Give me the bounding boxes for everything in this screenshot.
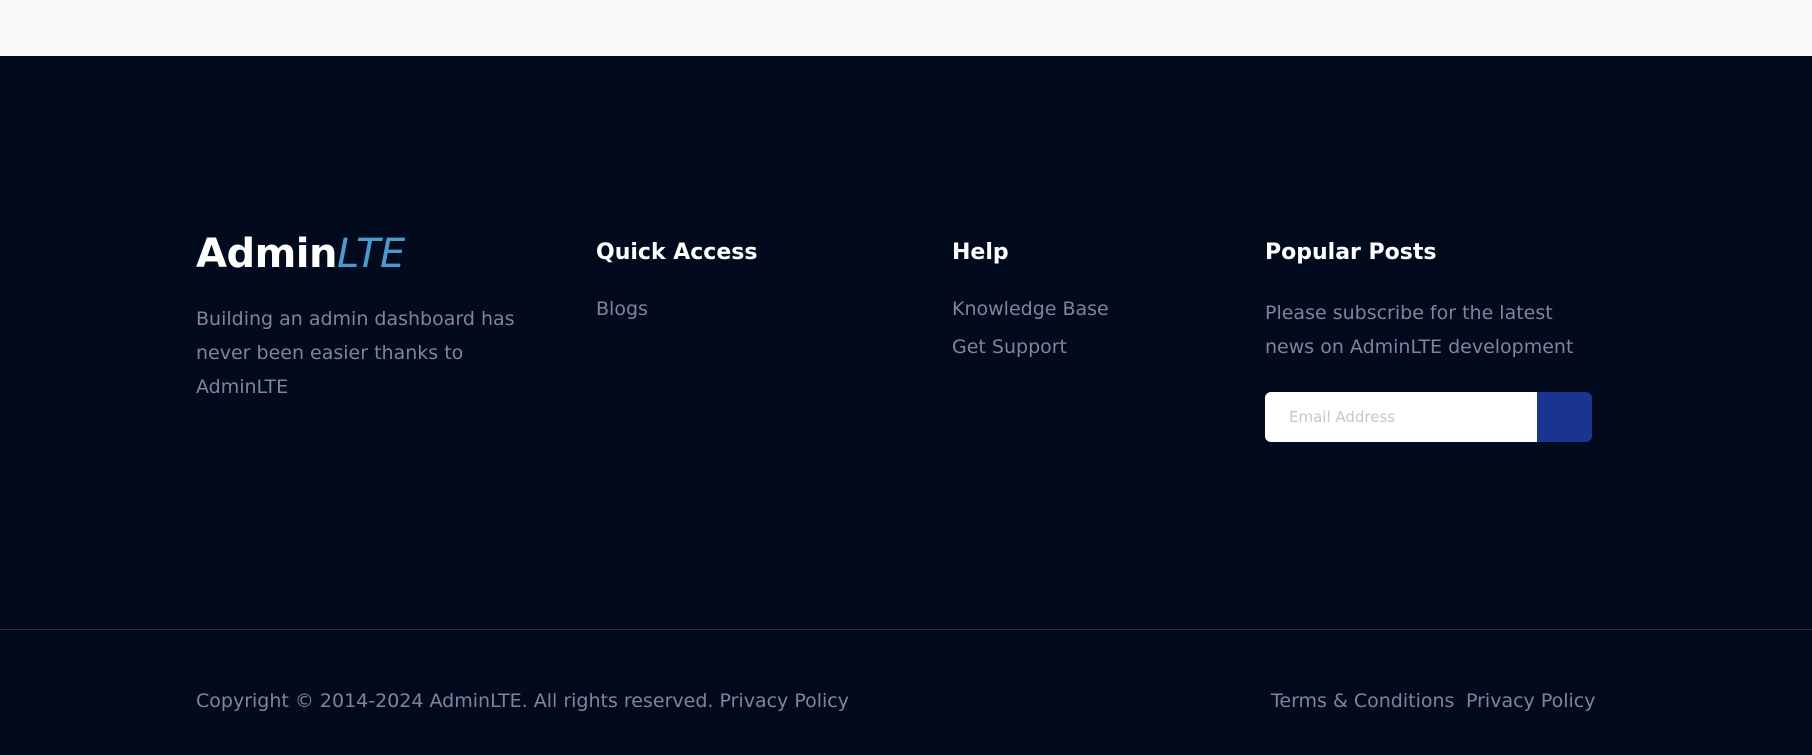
link-terms-conditions[interactable]: Terms & Conditions xyxy=(1271,690,1454,712)
top-bar xyxy=(0,0,1812,56)
logo-text-admin: Admin xyxy=(196,231,337,277)
email-input[interactable] xyxy=(1265,392,1537,442)
subscribe-button[interactable] xyxy=(1537,392,1592,442)
quick-access-title: Quick Access xyxy=(596,240,758,265)
link-blogs[interactable]: Blogs xyxy=(596,298,648,320)
subscribe-description: Please subscribe for the latest news on … xyxy=(1265,302,1574,358)
copyright-text: Copyright © 2014-2024 AdminLTE. All righ… xyxy=(196,690,849,712)
footer-divider xyxy=(0,629,1812,630)
site-footer: AdminLTE Building an admin dashboard has… xyxy=(0,56,1812,755)
copyright-privacy-link[interactable]: Privacy Policy xyxy=(719,690,848,712)
footer-logo[interactable]: AdminLTE xyxy=(196,231,405,277)
popular-posts-title: Popular Posts xyxy=(1265,240,1437,265)
link-get-support[interactable]: Get Support xyxy=(952,336,1067,358)
footer-about-text: Building an admin dashboard has never be… xyxy=(196,308,515,398)
subscribe-form xyxy=(1265,392,1592,442)
help-title: Help xyxy=(952,240,1009,265)
link-knowledge-base[interactable]: Knowledge Base xyxy=(952,298,1109,320)
logo-text-lte: LTE xyxy=(336,231,405,277)
copyright-label: Copyright © 2014-2024 AdminLTE. All righ… xyxy=(196,690,714,712)
link-privacy-policy[interactable]: Privacy Policy xyxy=(1466,690,1595,712)
